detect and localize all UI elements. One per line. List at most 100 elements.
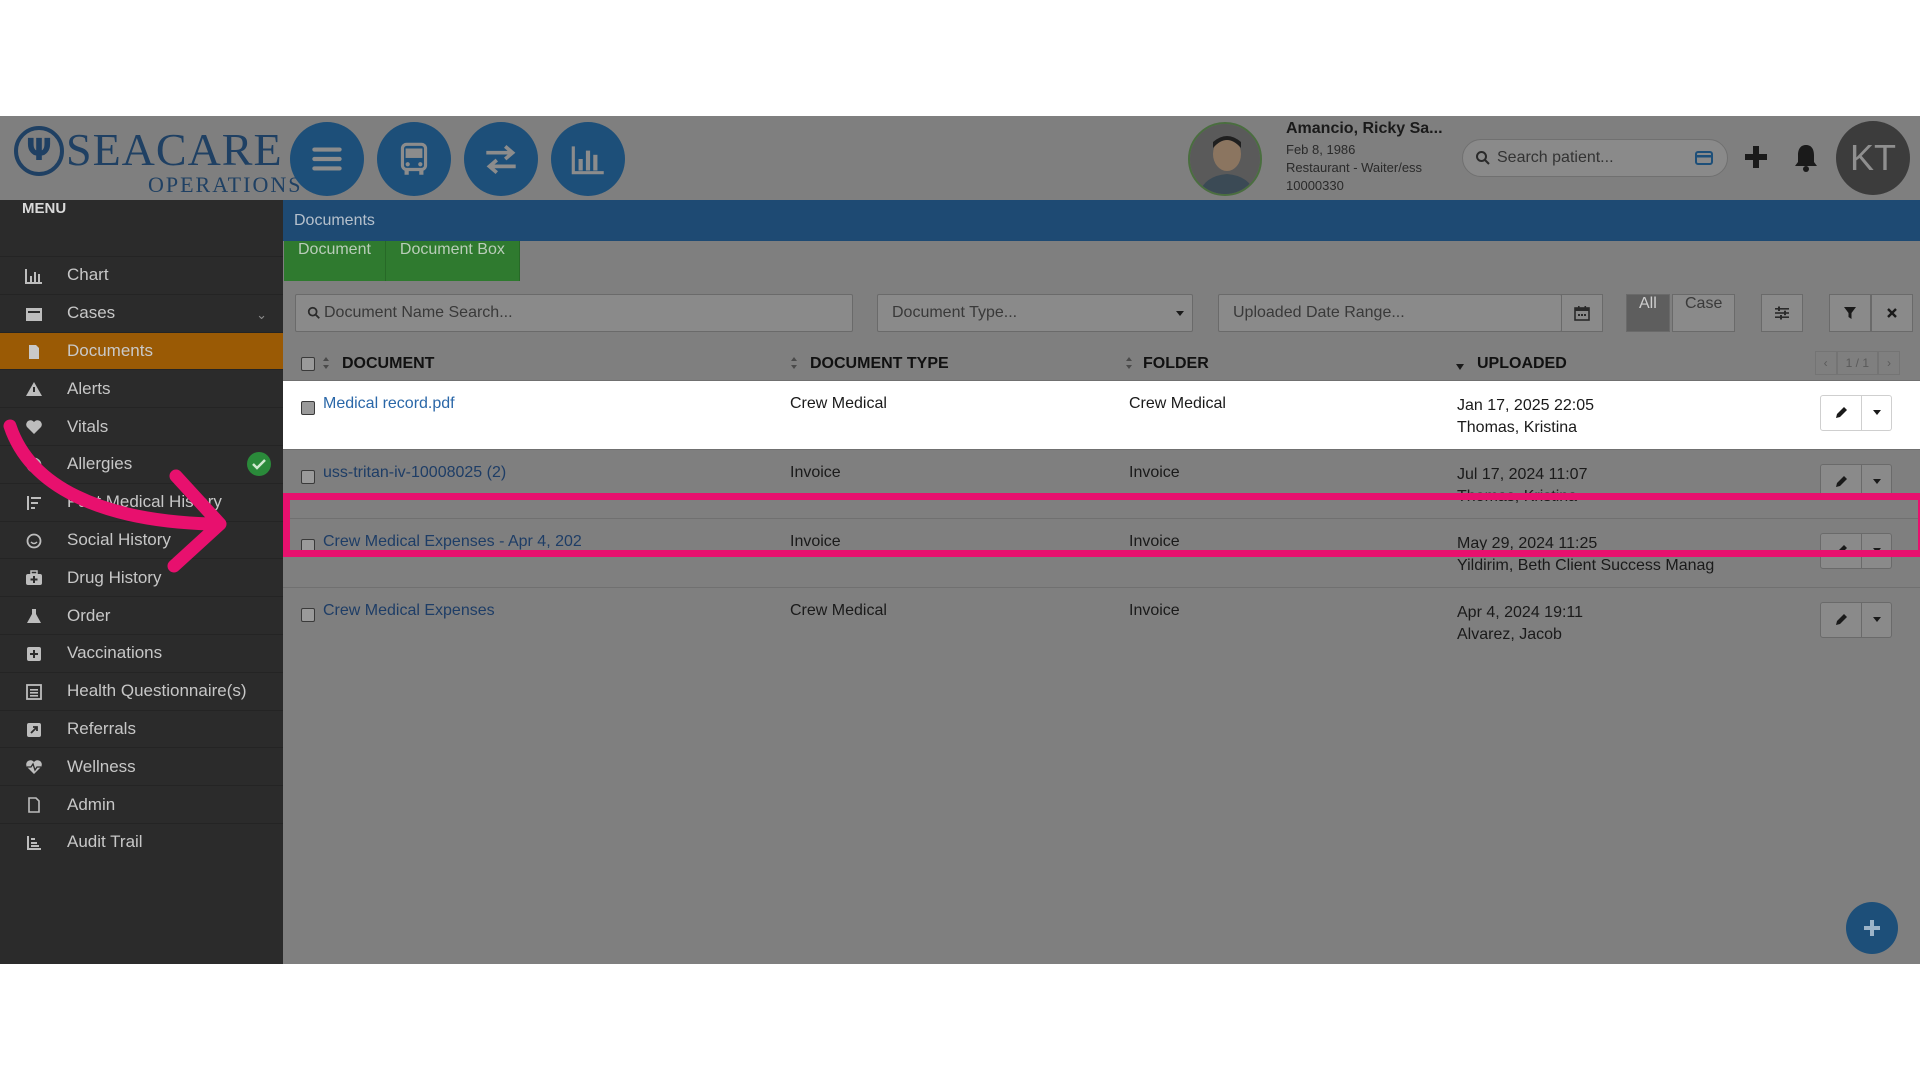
table-row[interactable]: Crew Medical Expenses - Apr 4, 202 Invoi…: [283, 518, 1920, 587]
uploaded-date-range[interactable]: Uploaded Date Range...: [1218, 294, 1562, 332]
column-header-document[interactable]: DOCUMENT: [342, 355, 434, 373]
row-menu-dropdown[interactable]: [1862, 602, 1892, 638]
row-menu-dropdown[interactable]: [1862, 395, 1892, 431]
folder-cell: Invoice: [1129, 464, 1180, 481]
sidebar-item-referrals[interactable]: Referrals: [0, 709, 283, 748]
main-menu-button[interactable]: [290, 122, 364, 196]
tab-document[interactable]: Document: [284, 241, 386, 281]
document-link[interactable]: Crew Medical Expenses: [323, 602, 495, 620]
table-row[interactable]: uss-tritan-iv-10008025 (2) Invoice Invoi…: [283, 449, 1920, 518]
scope-case-toggle[interactable]: Case: [1672, 294, 1736, 332]
filter-bar: Document Type... Uploaded Date Range... …: [295, 294, 1913, 332]
plus-square-icon: [24, 645, 44, 663]
chevron-double-down-icon[interactable]: ⌄: [256, 307, 267, 323]
tab-document-box[interactable]: Document Box: [385, 241, 520, 281]
sort-icon[interactable]: [322, 356, 330, 370]
app-window: Ψ SEACARE OPERATIONS Amancio, Ricky Sa..…: [0, 116, 1920, 964]
prev-page-button[interactable]: ‹: [1814, 351, 1837, 375]
table-row[interactable]: Crew Medical Expenses Crew Medical Invoi…: [283, 587, 1920, 656]
uploaded-by: Thomas, Kristina: [1457, 419, 1578, 436]
row-checkbox[interactable]: [301, 608, 315, 622]
bar-chart-icon: [571, 146, 604, 175]
sidebar-item-alerts[interactable]: Alerts: [0, 369, 283, 407]
column-header-document-type[interactable]: DOCUMENT TYPE: [810, 355, 949, 373]
sidebar-item-health-questionnaires[interactable]: Health Questionnaire(s): [0, 671, 283, 710]
notification-bell-icon[interactable]: [1792, 140, 1820, 174]
caret-down-icon: [1872, 479, 1881, 484]
uploaded-date: Jul 17, 2024 11:07: [1457, 466, 1588, 483]
row-menu-dropdown[interactable]: [1862, 533, 1892, 569]
referral-icon: [24, 721, 44, 739]
reports-button[interactable]: [551, 122, 625, 196]
document-name-search[interactable]: [295, 294, 853, 332]
clear-filter-button[interactable]: [1871, 294, 1913, 332]
next-page-button[interactable]: ›: [1878, 351, 1900, 375]
sidebar-item-chart[interactable]: Chart: [0, 256, 283, 294]
sidebar-item-admin[interactable]: Admin: [0, 785, 283, 823]
patient-summary[interactable]: Amancio, Ricky Sa... Feb 8, 1986 Restaur…: [1286, 120, 1443, 195]
edit-button[interactable]: [1820, 395, 1862, 431]
document-link[interactable]: Crew Medical Expenses - Apr 4, 202: [323, 533, 582, 551]
transport-button[interactable]: [377, 122, 451, 196]
add-icon[interactable]: [1742, 140, 1770, 174]
edit-button[interactable]: [1820, 602, 1862, 638]
document-type-select[interactable]: Document Type...: [877, 294, 1193, 332]
column-settings-button[interactable]: [1761, 294, 1803, 332]
medkit-icon: [24, 569, 44, 587]
document-name-input[interactable]: [324, 304, 825, 322]
id-card-icon[interactable]: [1695, 151, 1713, 165]
column-header-uploaded[interactable]: UPLOADED: [1477, 355, 1567, 373]
sort-icon[interactable]: [790, 356, 798, 370]
filter-button[interactable]: [1829, 294, 1871, 332]
row-checkbox[interactable]: [301, 470, 315, 484]
sidebar-item-label: Admin: [67, 794, 116, 814]
select-all-checkbox[interactable]: [301, 357, 315, 371]
sidebar-item-allergies[interactable]: Allergies: [0, 444, 283, 483]
user-avatar[interactable]: KT: [1836, 121, 1910, 195]
row-menu-dropdown[interactable]: [1862, 464, 1892, 500]
transfer-button[interactable]: [464, 122, 538, 196]
uploaded-date: May 29, 2024 11:25: [1457, 535, 1598, 552]
caret-down-icon: [1872, 617, 1881, 622]
calendar-button[interactable]: [1561, 294, 1603, 332]
page-indicator: 1 / 1: [1836, 351, 1878, 375]
uploaded-by: Thomas, Kristina: [1457, 488, 1578, 505]
pencil-icon: [1836, 407, 1847, 418]
file-icon: [24, 796, 44, 814]
sidebar-item-social-history[interactable]: Social History: [0, 520, 283, 559]
add-document-button[interactable]: [1846, 902, 1898, 954]
sidebar-item-vaccinations[interactable]: Vaccinations: [0, 633, 283, 672]
sidebar-item-past-medical-history[interactable]: Past Medical History: [0, 482, 283, 521]
sidebar-item-documents[interactable]: Documents: [0, 331, 283, 370]
sidebar-item-vitals[interactable]: Vitals: [0, 407, 283, 445]
sidebar-item-label: Chart: [67, 265, 109, 285]
sidebar-item-cases[interactable]: Cases ⌄: [0, 293, 283, 332]
bar-chart-icon: [24, 267, 44, 285]
sidebar-item-wellness[interactable]: Wellness: [0, 747, 283, 785]
sidebar-item-audit-trail[interactable]: Audit Trail: [0, 822, 283, 861]
edit-button[interactable]: [1820, 533, 1862, 569]
scope-all-toggle[interactable]: All: [1626, 294, 1670, 332]
pencil-icon: [1836, 545, 1847, 556]
sidebar-item-drug-history[interactable]: Drug History: [0, 558, 283, 596]
document-icon: [24, 343, 44, 361]
column-header-folder[interactable]: FOLDER: [1143, 355, 1209, 373]
document-type-cell: Invoice: [790, 533, 841, 550]
sidebar-item-order[interactable]: Order: [0, 596, 283, 634]
seacare-logo[interactable]: Ψ SEACARE OPERATIONS: [14, 124, 300, 197]
table-row[interactable]: Medical record.pdf Crew Medical Crew Med…: [283, 380, 1920, 449]
document-link[interactable]: uss-tritan-iv-10008025 (2): [323, 464, 506, 482]
row-checkbox[interactable]: [301, 539, 315, 553]
patient-search-box[interactable]: [1462, 139, 1728, 177]
patient-photo[interactable]: [1188, 122, 1262, 196]
row-checkbox[interactable]: [301, 401, 315, 415]
patient-search-input[interactable]: [1497, 148, 1677, 168]
document-type-placeholder: Document Type...: [892, 304, 1018, 321]
uploaded-cell: May 29, 2024 11:25 Yildirim, Beth Client…: [1457, 533, 1714, 577]
row-actions: [1820, 395, 1892, 431]
document-link[interactable]: Medical record.pdf: [323, 395, 455, 413]
patient-name[interactable]: Amancio, Ricky Sa...: [1286, 120, 1443, 138]
edit-button[interactable]: [1820, 464, 1862, 500]
sort-desc-icon[interactable]: [1456, 359, 1464, 373]
sort-icon[interactable]: [1125, 356, 1133, 370]
